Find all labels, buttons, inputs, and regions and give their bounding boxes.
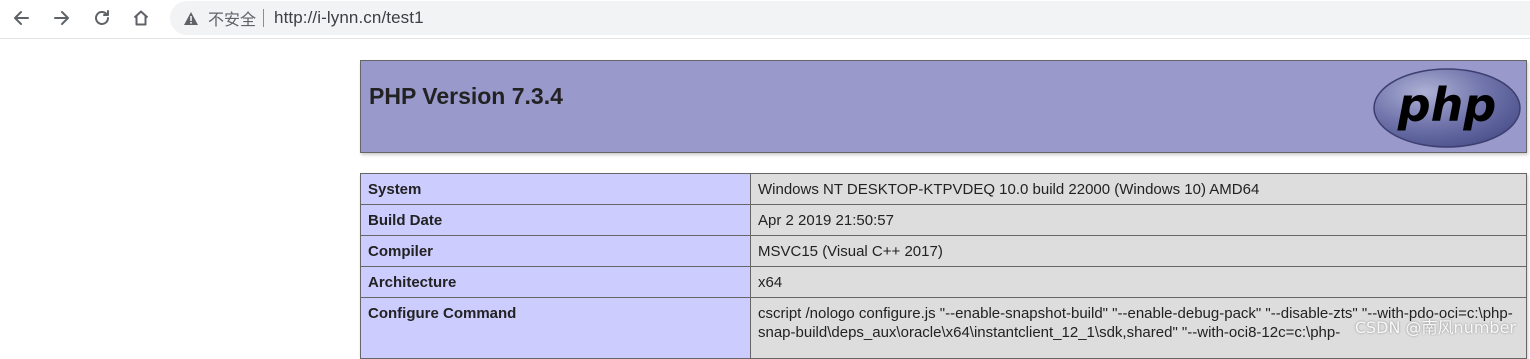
home-icon	[132, 9, 150, 27]
table-row: Architecture x64	[360, 266, 1527, 298]
row-value: Windows NT DESKTOP-KTPVDEQ 10.0 build 22…	[750, 173, 1527, 205]
row-key: Configure Command	[360, 297, 751, 359]
row-value: MSVC15 (Visual C++ 2017)	[750, 235, 1527, 267]
address-bar[interactable]: 不安全 http://i-lynn.cn/test1	[170, 1, 1530, 35]
reload-button[interactable]	[87, 3, 117, 33]
security-label[interactable]: 不安全	[208, 6, 256, 30]
url-text[interactable]: http://i-lynn.cn/test1	[274, 8, 424, 28]
table-row: System Windows NT DESKTOP-KTPVDEQ 10.0 b…	[360, 173, 1527, 205]
omnibox-divider	[263, 9, 265, 27]
watermark: CSDN @南风number	[1354, 318, 1516, 337]
warning-icon[interactable]	[183, 10, 199, 26]
back-button[interactable]	[6, 3, 36, 33]
row-value: Apr 2 2019 21:50:57	[750, 204, 1527, 236]
table-row: Configure Command cscript /nologo config…	[360, 297, 1527, 359]
info-table: System Windows NT DESKTOP-KTPVDEQ 10.0 b…	[360, 173, 1527, 359]
page-title: PHP Version 7.3.4	[369, 83, 563, 109]
browser-toolbar: 不安全 http://i-lynn.cn/test1	[0, 0, 1530, 39]
table-row: Build Date Apr 2 2019 21:50:57	[360, 204, 1527, 236]
row-key: Architecture	[360, 266, 751, 298]
back-arrow-icon	[12, 9, 30, 27]
phpinfo-header: PHP Version 7.3.4 php	[360, 60, 1527, 153]
forward-arrow-icon	[53, 9, 71, 27]
row-key: Build Date	[360, 204, 751, 236]
row-value: x64	[750, 266, 1527, 298]
table-row: Compiler MSVC15 (Visual C++ 2017)	[360, 235, 1527, 267]
reload-icon	[93, 9, 111, 27]
php-logo-link[interactable]: php	[1372, 67, 1522, 154]
php-logo-icon: php	[1373, 68, 1521, 148]
row-key: System	[360, 173, 751, 205]
row-key: Compiler	[360, 235, 751, 267]
php-logo-text: php	[1397, 78, 1497, 132]
forward-button[interactable]	[47, 3, 77, 33]
home-button[interactable]	[126, 3, 156, 33]
